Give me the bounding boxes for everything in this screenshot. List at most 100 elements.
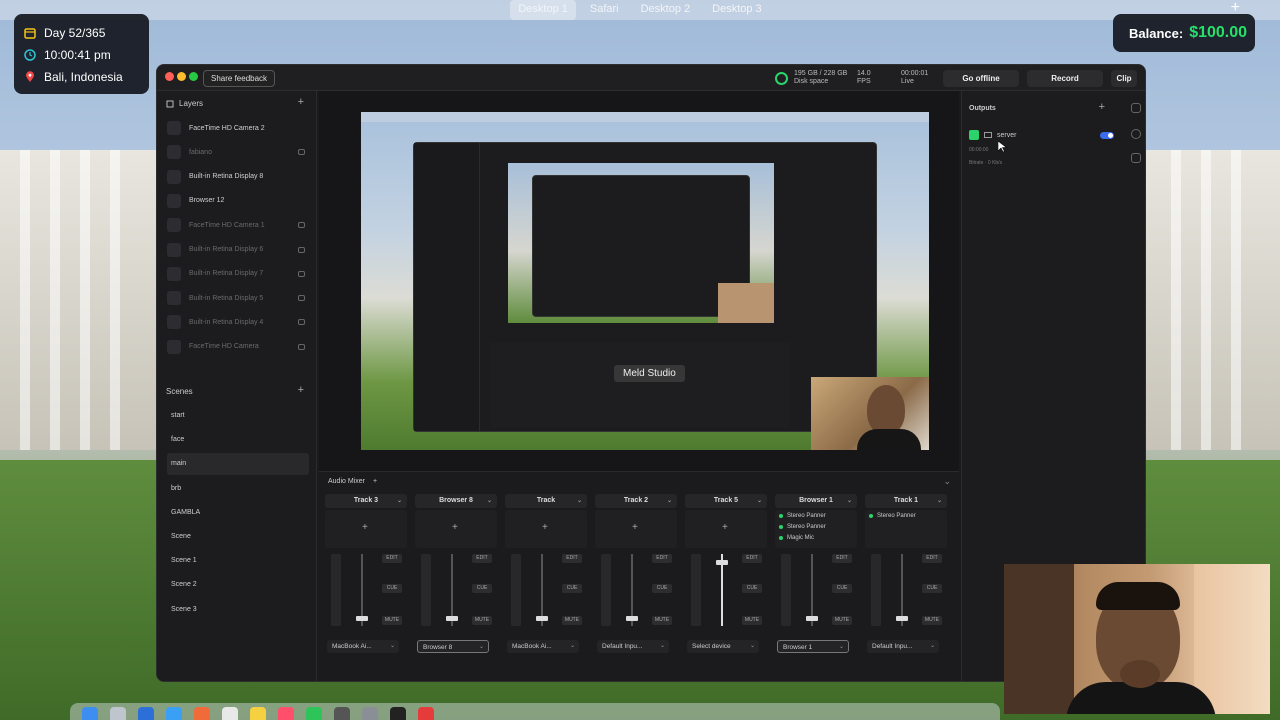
layer-item[interactable]: fabiano bbox=[167, 141, 307, 163]
chevron-down-icon[interactable]: ⌄ bbox=[390, 640, 395, 653]
layer-item[interactable]: Built-in Retina Display 6 bbox=[167, 239, 307, 261]
layer-item[interactable]: FaceTime HD Camera bbox=[167, 336, 307, 358]
finder-icon[interactable] bbox=[82, 707, 98, 720]
scene-item[interactable]: brb bbox=[167, 478, 309, 500]
track-effects-area[interactable]: Stereo Panner bbox=[865, 510, 947, 548]
meld-studio-dock-icon[interactable] bbox=[390, 707, 406, 720]
effect-item[interactable]: Stereo Panner bbox=[779, 511, 853, 521]
visibility-toggle-icon[interactable] bbox=[298, 270, 305, 277]
track-effects-area[interactable]: + bbox=[685, 510, 767, 548]
mute-button[interactable]: MUTE bbox=[922, 616, 942, 625]
fader-handle[interactable] bbox=[356, 616, 368, 621]
chevron-down-icon[interactable]: ⌄ bbox=[750, 640, 755, 653]
track-header[interactable]: Browser 8 ⌄ bbox=[415, 494, 497, 508]
cue-button[interactable]: CUE bbox=[472, 584, 492, 593]
edit-button[interactable]: EDIT bbox=[472, 554, 492, 563]
launchpad-icon[interactable] bbox=[110, 707, 126, 720]
add-effect-icon[interactable]: + bbox=[722, 522, 728, 533]
track-effects-area[interactable]: Stereo Panner Stereo Panner Magic Mic bbox=[775, 510, 857, 548]
mute-button[interactable]: MUTE bbox=[562, 616, 582, 625]
app-dock-icon[interactable] bbox=[418, 707, 434, 720]
fader-handle[interactable] bbox=[806, 616, 818, 621]
layer-item[interactable]: Built-in Retina Display 7 bbox=[167, 263, 307, 285]
close-window-icon[interactable] bbox=[165, 72, 174, 81]
add-layer-icon[interactable]: + bbox=[298, 96, 304, 108]
visibility-toggle-icon[interactable] bbox=[298, 149, 305, 156]
input-device-select[interactable]: Browser 1 ⌄ bbox=[777, 640, 849, 653]
scene-item[interactable]: main bbox=[167, 453, 309, 476]
cue-button[interactable]: CUE bbox=[652, 584, 672, 593]
photos-icon[interactable] bbox=[194, 707, 210, 720]
track-header[interactable]: Track 5 ⌄ bbox=[685, 494, 767, 508]
volume-fader[interactable] bbox=[356, 554, 368, 626]
add-effect-icon[interactable]: + bbox=[452, 522, 458, 533]
layer-item[interactable]: FaceTime HD Camera 1 bbox=[167, 214, 307, 236]
cue-button[interactable]: CUE bbox=[562, 584, 582, 593]
input-device-select[interactable]: Select device ⌄ bbox=[687, 640, 759, 653]
music-icon[interactable] bbox=[278, 707, 294, 720]
track-effects-area[interactable]: + bbox=[595, 510, 677, 548]
scene-item[interactable]: GAMBLA bbox=[167, 502, 309, 524]
edit-button[interactable]: EDIT bbox=[382, 554, 402, 563]
chevron-down-icon[interactable]: ⌄ bbox=[847, 494, 852, 508]
output-server-row[interactable]: server bbox=[969, 129, 1114, 141]
cue-button[interactable]: CUE bbox=[742, 584, 762, 593]
track-effects-area[interactable]: + bbox=[505, 510, 587, 548]
notes-icon[interactable] bbox=[250, 707, 266, 720]
fader-handle[interactable] bbox=[896, 616, 908, 621]
scene-item[interactable]: start bbox=[167, 405, 309, 427]
edit-button[interactable]: EDIT bbox=[652, 554, 672, 563]
go-offline-button[interactable]: Go offline bbox=[943, 70, 1019, 87]
share-feedback-button[interactable]: Share feedback bbox=[203, 70, 276, 87]
volume-fader[interactable] bbox=[536, 554, 548, 626]
chevron-down-icon[interactable]: ⌄ bbox=[570, 640, 575, 653]
edit-button[interactable]: EDIT bbox=[562, 554, 582, 563]
input-device-select[interactable]: Default Inpu... ⌄ bbox=[867, 640, 939, 653]
input-device-select[interactable]: Default Inpu... ⌄ bbox=[597, 640, 669, 653]
scene-item[interactable]: Scene 1 bbox=[167, 550, 309, 572]
track-effects-area[interactable]: + bbox=[325, 510, 407, 548]
fader-handle[interactable] bbox=[626, 616, 638, 621]
fader-handle[interactable] bbox=[716, 560, 728, 565]
calendar-dock-icon[interactable] bbox=[222, 707, 238, 720]
stream-preview[interactable]: Meld Studio bbox=[361, 112, 929, 450]
mute-button[interactable]: MUTE bbox=[742, 616, 762, 625]
layer-item[interactable]: Built-in Retina Display 5 bbox=[167, 287, 307, 309]
input-device-select[interactable]: MacBook Ai... ⌄ bbox=[327, 640, 399, 653]
track-header[interactable]: Track 2 ⌄ bbox=[595, 494, 677, 508]
add-effect-icon[interactable]: + bbox=[542, 522, 548, 533]
chevron-down-icon[interactable]: ⌄ bbox=[487, 494, 492, 508]
settings-dock-icon[interactable] bbox=[362, 707, 378, 720]
track-header[interactable]: Track ⌄ bbox=[505, 494, 587, 508]
fader-handle[interactable] bbox=[536, 616, 548, 621]
volume-fader[interactable] bbox=[806, 554, 818, 626]
safari-icon[interactable] bbox=[138, 707, 154, 720]
edit-button[interactable]: EDIT bbox=[742, 554, 762, 563]
scene-item[interactable]: face bbox=[167, 429, 309, 451]
chevron-down-icon[interactable]: ⌄ bbox=[930, 640, 935, 653]
track-header[interactable]: Track 1 ⌄ bbox=[865, 494, 947, 508]
track-header[interactable]: Browser 1 ⌄ bbox=[775, 494, 857, 508]
space-safari[interactable]: Safari bbox=[582, 0, 627, 20]
chat-tool-icon[interactable] bbox=[1131, 129, 1141, 139]
layer-item[interactable]: Built-in Retina Display 4 bbox=[167, 311, 307, 333]
cue-button[interactable]: CUE bbox=[382, 584, 402, 593]
track-effects-area[interactable]: + bbox=[415, 510, 497, 548]
fader-handle[interactable] bbox=[446, 616, 458, 621]
space-desktop-1[interactable]: Desktop 1 bbox=[510, 0, 576, 20]
chevron-down-icon[interactable]: ⌄ bbox=[660, 640, 665, 653]
chevron-down-icon[interactable]: ⌄ bbox=[937, 494, 942, 508]
cue-button[interactable]: CUE bbox=[832, 584, 852, 593]
mute-button[interactable]: MUTE bbox=[652, 616, 672, 625]
add-effect-icon[interactable]: + bbox=[632, 522, 638, 533]
chevron-down-icon[interactable]: ⌄ bbox=[397, 494, 402, 508]
scene-item[interactable]: Scene 3 bbox=[167, 599, 309, 621]
scene-item[interactable]: Scene 2 bbox=[167, 574, 309, 596]
visibility-toggle-icon[interactable] bbox=[298, 343, 305, 350]
visibility-toggle-icon[interactable] bbox=[298, 295, 305, 302]
mute-button[interactable]: MUTE bbox=[832, 616, 852, 625]
terminal-icon[interactable] bbox=[334, 707, 350, 720]
collapse-mixer-icon[interactable]: ⌄ bbox=[943, 476, 951, 487]
clip-button[interactable]: Clip bbox=[1111, 70, 1137, 87]
track-header[interactable]: Track 3 ⌄ bbox=[325, 494, 407, 508]
